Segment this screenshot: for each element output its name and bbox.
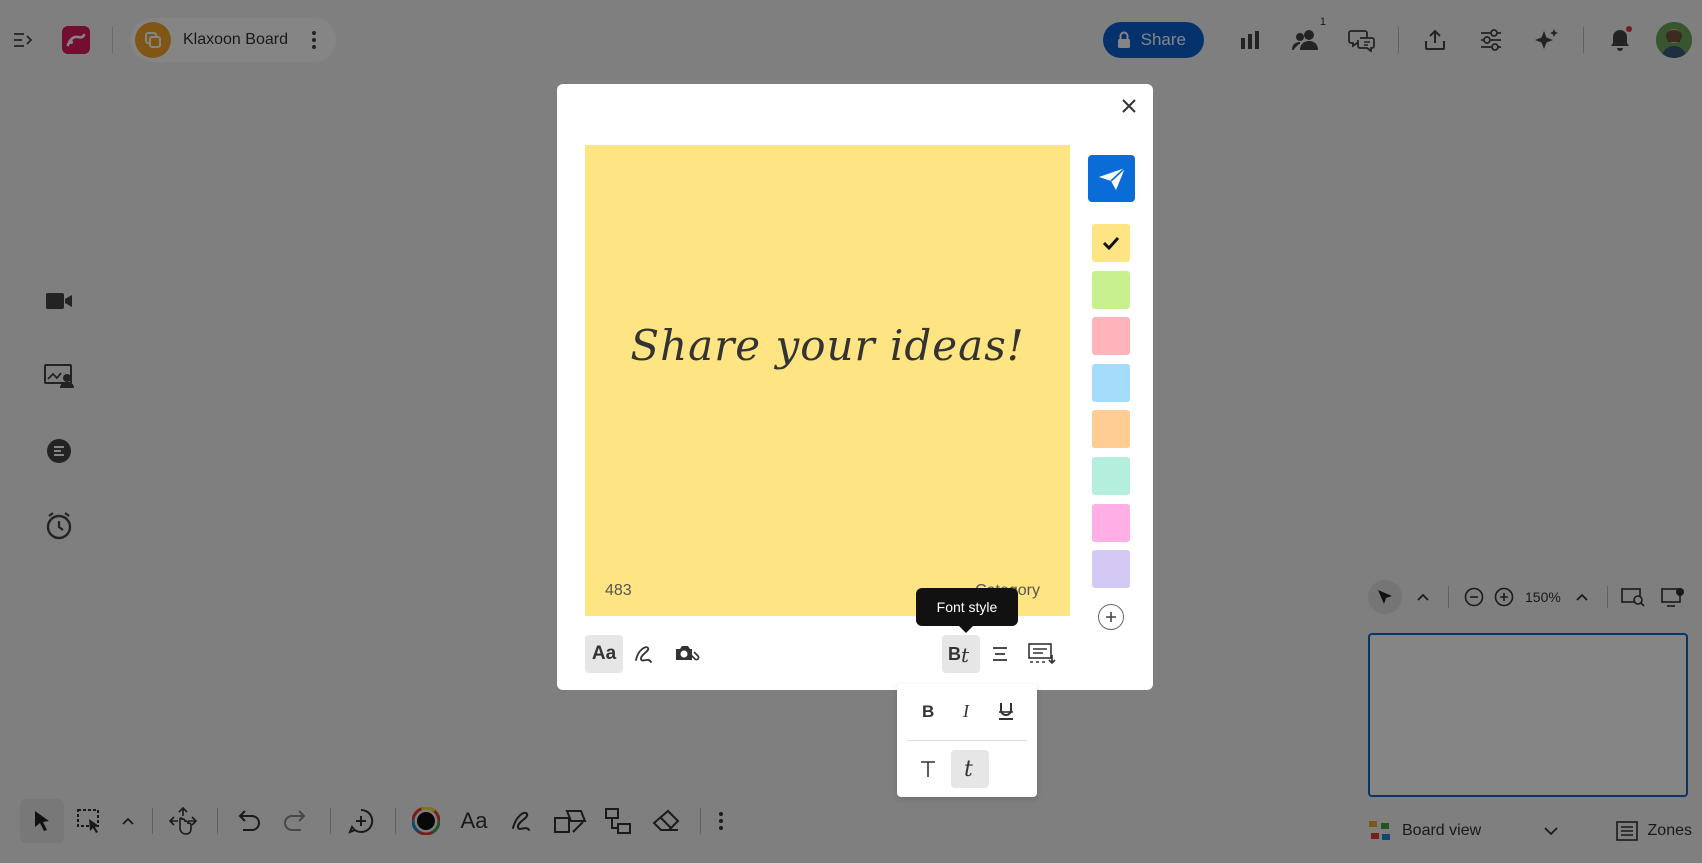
sticky-note[interactable]: Share your ideas! 483 Category xyxy=(585,145,1070,616)
close-icon[interactable] xyxy=(1115,92,1143,120)
font-weight-row: B I xyxy=(907,692,1027,732)
color-swatch[interactable] xyxy=(1092,456,1130,495)
add-color-button[interactable] xyxy=(1098,604,1124,630)
color-swatch[interactable] xyxy=(1092,410,1130,449)
plus-icon xyxy=(1106,612,1116,622)
note-text[interactable]: Share your ideas! xyxy=(585,321,1070,370)
svg-text:B: B xyxy=(948,644,961,664)
underline-icon xyxy=(999,703,1013,720)
text-align-button[interactable] xyxy=(981,635,1019,673)
italic-button[interactable]: I xyxy=(948,692,986,730)
font-style-menu: B I t xyxy=(897,684,1037,797)
menu-divider xyxy=(907,740,1027,741)
color-swatch[interactable] xyxy=(1092,503,1130,542)
svg-text:I: I xyxy=(962,702,970,720)
text-position-button[interactable] xyxy=(1023,635,1061,673)
underline-button[interactable] xyxy=(987,692,1025,730)
color-swatch[interactable] xyxy=(1092,363,1130,402)
text-mode-button[interactable]: Aa xyxy=(585,635,623,673)
color-swatch[interactable] xyxy=(1092,270,1130,309)
italic-icon: I xyxy=(962,702,970,720)
freehand-draw-icon xyxy=(635,646,652,663)
draw-mode-button[interactable] xyxy=(625,635,663,673)
camera-attach-icon xyxy=(676,646,700,661)
bold-button[interactable]: B xyxy=(909,692,947,730)
svg-text:B: B xyxy=(922,702,934,720)
paper-plane-icon xyxy=(1098,166,1126,190)
image-mode-button[interactable] xyxy=(669,635,707,673)
handwritten-font-button[interactable]: t xyxy=(951,750,989,788)
color-swatches xyxy=(1092,224,1131,597)
font-style-tooltip: Font style xyxy=(916,588,1018,633)
note-toolbar: Aa B t xyxy=(585,635,1070,673)
font-family-row: t xyxy=(907,750,995,790)
checkmark-icon xyxy=(1102,236,1120,250)
text-position-icon xyxy=(1028,643,1056,665)
bold-icon: B xyxy=(922,702,934,720)
svg-text:t: t xyxy=(961,643,970,665)
text-mode-icon: Aa xyxy=(591,643,617,664)
regular-font-button[interactable] xyxy=(909,750,947,788)
color-swatch[interactable] xyxy=(1092,550,1130,589)
font-style-icon: B t xyxy=(948,643,970,665)
send-button[interactable] xyxy=(1088,155,1135,202)
idea-editor-modal: Share your ideas! 483 Category Aa xyxy=(557,84,1153,690)
color-swatch[interactable] xyxy=(1092,317,1130,356)
color-swatch[interactable] xyxy=(1092,224,1130,262)
regular-font-icon xyxy=(921,761,935,777)
handwritten-font-icon: t xyxy=(964,758,973,780)
character-count: 483 xyxy=(605,582,632,599)
svg-text:t: t xyxy=(964,758,973,780)
align-center-icon xyxy=(993,647,1007,661)
font-style-button[interactable]: B t xyxy=(942,635,980,673)
